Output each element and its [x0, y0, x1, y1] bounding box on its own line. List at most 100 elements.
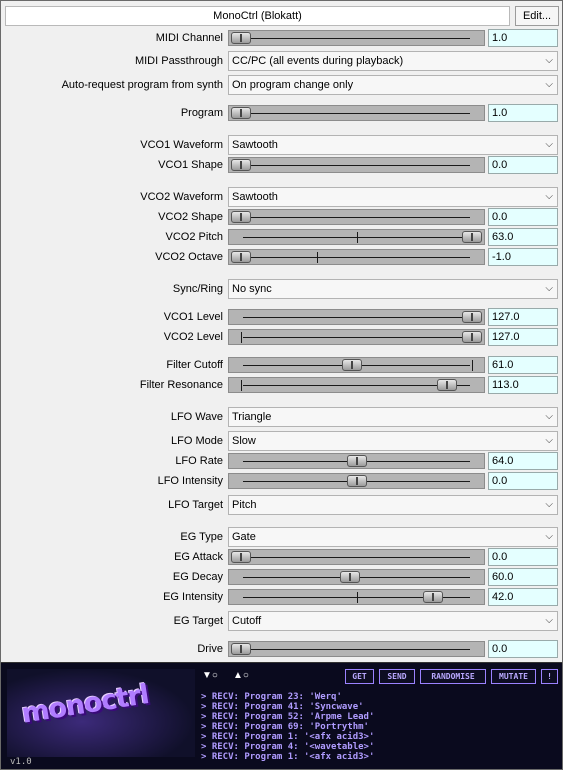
program-label: Program — [180, 107, 223, 119]
eg-type-selected-value: Gate — [232, 531, 256, 543]
lfo-rate-value-field[interactable]: 64.0 — [488, 452, 558, 470]
lfo-wave-dropdown[interactable]: Triangle ⌵ — [228, 407, 558, 427]
get-button[interactable]: GET — [345, 669, 374, 684]
filter-cutoff-slider[interactable] — [228, 357, 485, 373]
lfo-rate-slider[interactable] — [228, 453, 485, 469]
vco2-pitch-slider[interactable] — [228, 229, 485, 245]
log-line: > RECV: Program 41: 'Syncwave' — [201, 702, 364, 712]
slider-handle[interactable] — [436, 379, 457, 391]
slider-track — [243, 385, 470, 386]
slider-handle[interactable] — [231, 107, 251, 119]
slider-handle[interactable] — [231, 551, 251, 563]
slider-handle[interactable] — [462, 331, 482, 343]
slider-handle[interactable] — [231, 159, 251, 171]
auto-request-program-from-synth-dropdown[interactable]: On program change only ⌵ — [228, 75, 558, 95]
window-title: MonoCtrl (Blokatt) — [5, 6, 510, 26]
vco2-level-slider[interactable] — [228, 329, 485, 345]
vco1-level-value-field[interactable]: 127.0 — [488, 308, 558, 326]
drive-value-field[interactable]: 0.0 — [488, 640, 558, 658]
eg-attack-value-field[interactable]: 0.0 — [488, 548, 558, 566]
slider-handle[interactable] — [341, 359, 362, 371]
eg-decay-slider[interactable] — [228, 569, 485, 585]
randomise-button[interactable]: RANDOMISE — [420, 669, 486, 684]
vco2-waveform-dropdown[interactable]: Sawtooth ⌵ — [228, 187, 558, 207]
slider-handle[interactable] — [231, 251, 251, 263]
slider-handle[interactable] — [422, 591, 443, 603]
vco1-shape-label: VCO1 Shape — [158, 159, 223, 171]
eg-decay-label: EG Decay — [172, 571, 223, 583]
vco1-waveform-label: VCO1 Waveform — [140, 139, 223, 151]
slider-handle[interactable] — [231, 643, 251, 655]
logo-text: monoctrl — [19, 679, 151, 730]
lfo-mode-label: LFO Mode — [171, 435, 223, 447]
program-value-field[interactable]: 1.0 — [488, 104, 558, 122]
eg-target-dropdown[interactable]: Cutoff ⌵ — [228, 611, 558, 631]
log-line: > RECV: Program 1: '<afx acid3>' — [201, 732, 375, 742]
vco2-level-value-field[interactable]: 127.0 — [488, 328, 558, 346]
lfo-target-selected-value: Pitch — [232, 499, 257, 511]
filter-resonance-value-field[interactable]: 113.0 — [488, 376, 558, 394]
eg-attack-slider[interactable] — [228, 549, 485, 565]
program-slider[interactable] — [228, 105, 485, 121]
mutate-button[interactable]: MUTATE — [491, 669, 536, 684]
scroll-down-icon[interactable]: ▼○ — [202, 670, 218, 681]
sync-ring-dropdown[interactable]: No sync ⌵ — [228, 279, 558, 299]
chevron-down-icon: ⌵ — [545, 499, 553, 510]
lfo-intensity-value-field[interactable]: 0.0 — [488, 472, 558, 490]
slider-handle[interactable] — [231, 32, 251, 44]
vco1-shape-slider[interactable] — [228, 157, 485, 173]
lfo-target-dropdown[interactable]: Pitch ⌵ — [228, 495, 558, 515]
slider-track — [243, 557, 470, 558]
log-line: > RECV: Program 69: 'Portrythm' — [201, 722, 369, 732]
lfo-mode-selected-value: Slow — [232, 435, 256, 447]
scroll-up-icon[interactable]: ▲○ — [233, 670, 249, 681]
slider-center-tick — [241, 380, 242, 391]
chevron-down-icon: ⌵ — [545, 531, 553, 542]
vco2-waveform-selected-value: Sawtooth — [232, 191, 278, 203]
vco1-waveform-dropdown[interactable]: Sawtooth ⌵ — [228, 135, 558, 155]
eg-intensity-slider[interactable] — [228, 589, 485, 605]
eg-target-label: EG Target — [173, 615, 223, 627]
edit-button[interactable]: Edit... — [515, 6, 559, 26]
lfo-intensity-slider[interactable] — [228, 473, 485, 489]
slider-handle[interactable] — [462, 231, 482, 243]
lfo-mode-dropdown[interactable]: Slow ⌵ — [228, 431, 558, 451]
lfo-wave-label: LFO Wave — [170, 411, 223, 423]
slider-handle[interactable] — [346, 455, 367, 467]
log-line: > RECV: Program 4: '<wavetable>' — [201, 742, 375, 752]
vco2-waveform-label: VCO2 Waveform — [140, 191, 223, 203]
vco2-pitch-value-field[interactable]: 63.0 — [488, 228, 558, 246]
vco2-shape-slider[interactable] — [228, 209, 485, 225]
drive-slider[interactable] — [228, 641, 485, 657]
send-button[interactable]: SEND — [379, 669, 415, 684]
midi-channel-value-field[interactable]: 1.0 — [488, 29, 558, 47]
lfo-intensity-label: LFO Intensity — [157, 475, 223, 487]
midi-passthrough-dropdown[interactable]: CC/PC (all events during playback) ⌵ — [228, 51, 558, 71]
chevron-down-icon: ⌵ — [545, 615, 553, 626]
slider-handle[interactable] — [462, 311, 482, 323]
midi-passthrough-label: MIDI Passthrough — [134, 55, 223, 67]
slider-track — [243, 165, 470, 166]
alert-button[interactable]: ! — [541, 669, 558, 684]
slider-handle[interactable] — [339, 571, 360, 583]
filter-cutoff-value-field[interactable]: 61.0 — [488, 356, 558, 374]
log-line: > RECV: Program 1: '<afx acid3>' — [201, 752, 375, 762]
eg-type-dropdown[interactable]: Gate ⌵ — [228, 527, 558, 547]
vco2-octave-slider[interactable] — [228, 249, 485, 265]
lfo-target-label: LFO Target — [168, 499, 223, 511]
vco2-shape-value-field[interactable]: 0.0 — [488, 208, 558, 226]
chevron-down-icon: ⌵ — [545, 79, 553, 90]
vco2-octave-value-field[interactable]: -1.0 — [488, 248, 558, 266]
slider-handle[interactable] — [346, 475, 367, 487]
slider-track — [243, 337, 470, 338]
slider-handle[interactable] — [231, 211, 251, 223]
vco1-level-slider[interactable] — [228, 309, 485, 325]
midi-channel-slider[interactable] — [228, 30, 485, 46]
filter-resonance-slider[interactable] — [228, 377, 485, 393]
log-line: > RECV: Program 23: 'Werq' — [201, 692, 342, 702]
lfo-wave-selected-value: Triangle — [232, 411, 272, 423]
eg-intensity-value-field[interactable]: 42.0 — [488, 588, 558, 606]
eg-decay-value-field[interactable]: 60.0 — [488, 568, 558, 586]
vco1-shape-value-field[interactable]: 0.0 — [488, 156, 558, 174]
slider-track — [243, 113, 470, 114]
